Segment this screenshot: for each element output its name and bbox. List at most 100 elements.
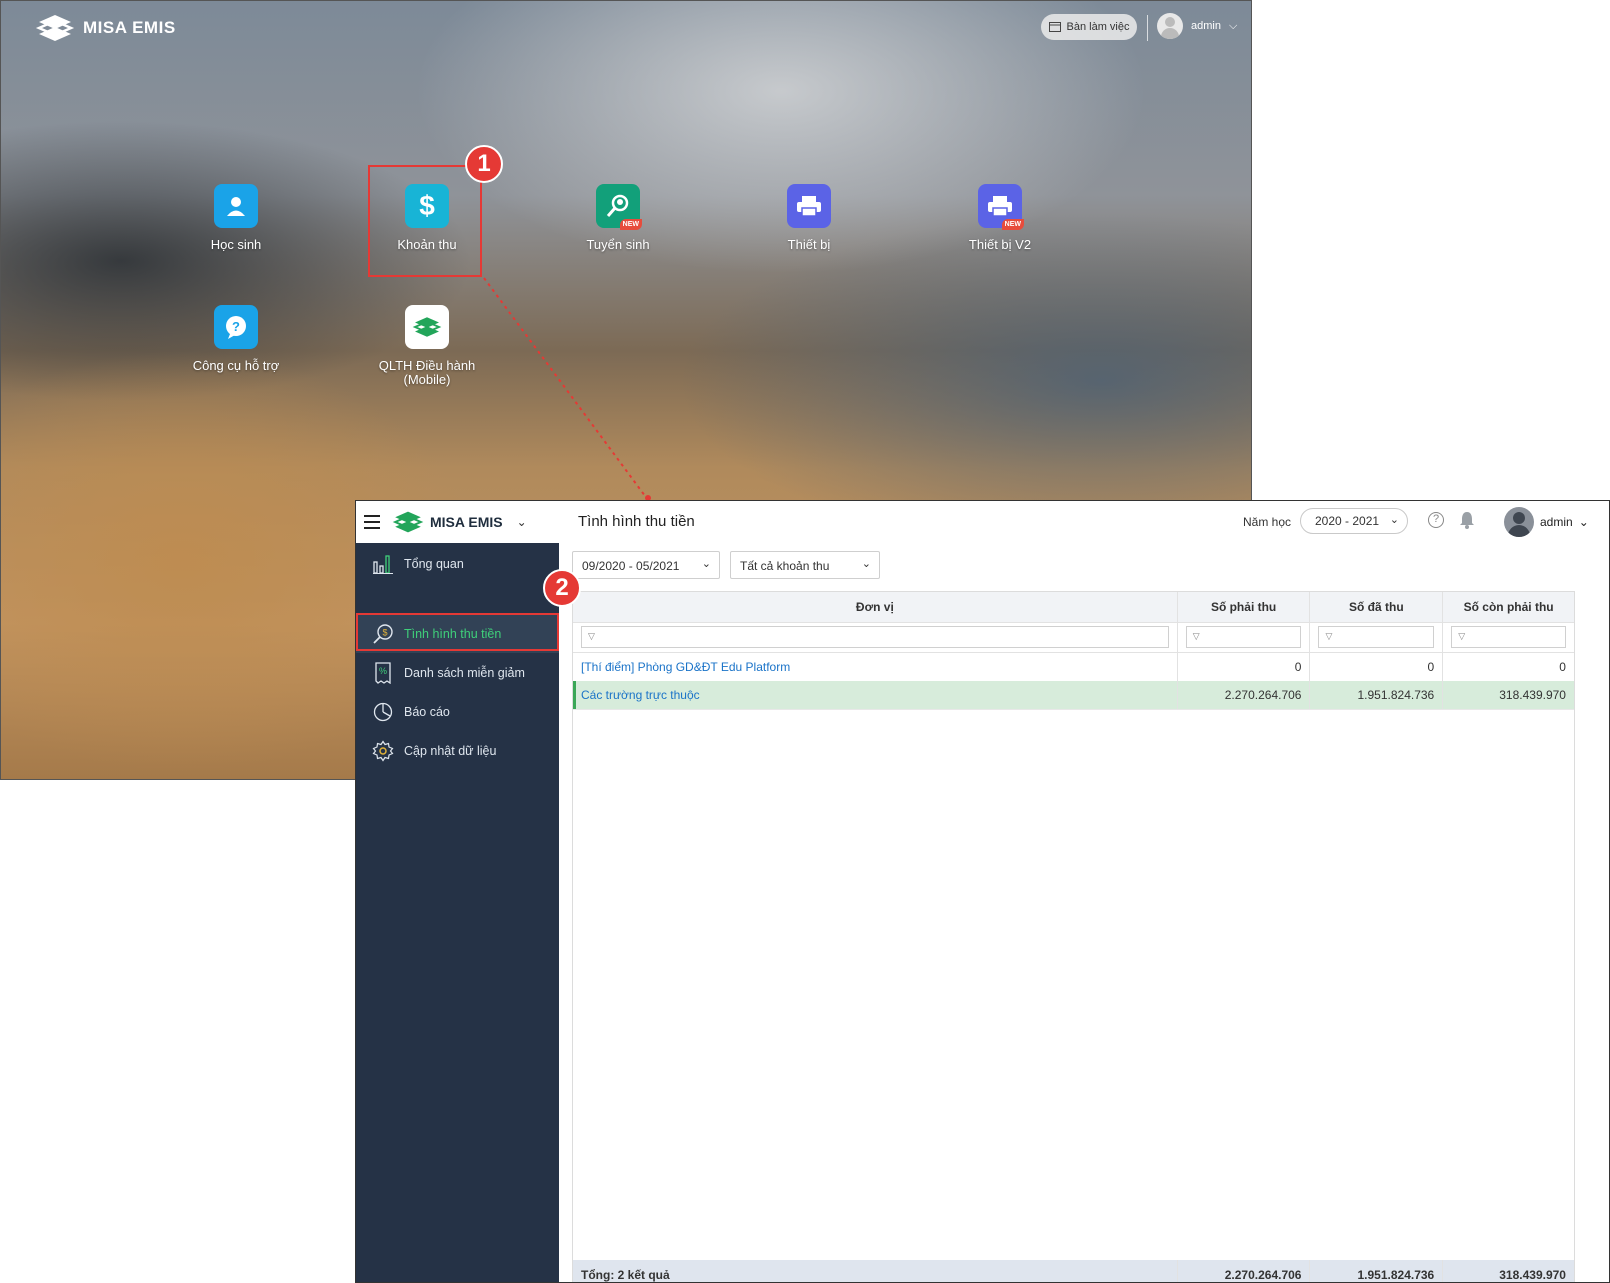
column-header-so-con-phai-thu[interactable]: Số còn phải thu (1443, 592, 1574, 622)
new-badge: NEW (1001, 219, 1024, 230)
column-header-so-da-thu[interactable]: Số đã thu (1310, 592, 1444, 622)
grid-footer: Tổng: 2 kết quả 2.270.264.706 1.951.824.… (573, 1260, 1574, 1282)
data-grid: Đơn vị Số phải thu Số đã thu Số còn phải… (572, 591, 1575, 1282)
app-label-line2: (Mobile) (403, 372, 451, 387)
page-title: Tình hình thu tiền (578, 513, 695, 530)
emis-logo-icon (35, 15, 75, 41)
app-user-menu[interactable]: admin ⌄ (1504, 507, 1589, 537)
avatar (1504, 507, 1534, 537)
filter-cell: ▽ (1443, 622, 1574, 652)
collected-cell: 1.951.824.736 (1310, 681, 1444, 709)
app-hoc-sinh[interactable]: Học sinh (161, 184, 311, 252)
total-remaining: 318.439.970 (1499, 1268, 1566, 1282)
fee-type-select[interactable]: Tất cả khoản thu ⌄ (730, 551, 880, 579)
total-collected: 1.951.824.736 (1310, 1260, 1444, 1282)
table-row-selected[interactable]: Các trường trực thuộc 2.270.264.706 1.95… (573, 681, 1574, 710)
period-value: 09/2020 - 05/2021 (582, 559, 680, 573)
filter-cell: ▽ (1178, 622, 1311, 652)
school-year-select[interactable]: 2020 - 2021 ⌄ (1300, 508, 1408, 534)
chevron-down-icon: ⌄ (1389, 514, 1399, 526)
pie-chart-icon (372, 701, 394, 723)
sidebar-item-tong-quan[interactable]: Tổng quan (356, 545, 559, 583)
app-label: Thiết bị V2 (968, 237, 1032, 252)
workspace-button-label: Bàn làm việc (1066, 21, 1130, 33)
chevron-down-icon: ⌄ (861, 558, 871, 570)
sidebar-item-danh-sach-mien-giam[interactable]: % Danh sách miễn giảm (356, 654, 559, 692)
window-icon (1048, 22, 1061, 32)
bell-icon[interactable] (1459, 511, 1475, 529)
step-badge-1: 1 (465, 145, 503, 183)
filter-input[interactable]: ▽ (1185, 626, 1302, 648)
app-label: Thiết bị (787, 237, 831, 252)
student-icon (214, 184, 258, 228)
app-logo-text: MISA EMIS (430, 514, 503, 530)
emis-logo-icon (405, 305, 449, 349)
launcher-user-menu[interactable]: admin ⌵ (1157, 13, 1237, 39)
sidebar-item-bao-cao[interactable]: Báo cáo (356, 693, 559, 731)
app-header: MISA EMIS ⌄ Tình hình thu tiền Năm học 2… (356, 501, 1609, 544)
highlight-box-step1 (368, 165, 482, 277)
chart-bars-icon (372, 553, 394, 575)
app-label: QLTH Điều hành (Mobile) (352, 359, 502, 387)
help-icon[interactable]: ? (1428, 512, 1444, 528)
app-username: admin (1540, 515, 1573, 529)
printer-icon: NEW (978, 184, 1024, 230)
filter-icon: ▽ (1192, 631, 1200, 641)
app-cong-cu-ho-tro[interactable]: ? Công cụ hỗ trợ (161, 305, 311, 373)
app-label: Công cụ hỗ trợ (192, 358, 280, 373)
workspace-button[interactable]: Bàn làm việc (1041, 14, 1137, 40)
svg-text:%: % (379, 666, 387, 676)
help-chat-icon: ? (214, 305, 258, 349)
hamburger-menu-icon[interactable] (364, 515, 380, 529)
admission-search-icon: NEW (596, 184, 642, 230)
app-logo[interactable]: MISA EMIS ⌄ (392, 509, 527, 535)
emis-logo-icon (392, 511, 424, 533)
svg-text:?: ? (232, 319, 240, 334)
app-tuyen-sinh[interactable]: NEW Tuyển sinh (543, 184, 693, 252)
remaining-cell: 318.439.970 (1499, 688, 1566, 702)
chevron-down-icon: ⌄ (1578, 515, 1589, 529)
app-label-line1: QLTH Điều hành (378, 358, 476, 373)
unit-link[interactable]: [Thí điểm] Phòng GD&ĐT Edu Platform (573, 653, 1178, 681)
gear-icon (372, 740, 394, 762)
divider (1147, 15, 1148, 41)
sidebar-item-label: Cập nhật dữ liệu (404, 744, 497, 758)
total-label: Tổng: 2 kết quả (573, 1260, 1178, 1282)
app-thiet-bi[interactable]: Thiết bị (734, 184, 884, 252)
receivable-cell: 0 (1178, 653, 1311, 681)
filter-input[interactable]: ▽ (581, 626, 1169, 648)
main-content: 09/2020 - 05/2021 ⌄ Tất cả khoản thu ⌄ Đ… (559, 543, 1609, 1282)
chevron-down-icon: ⌄ (701, 558, 711, 570)
school-year-label: Năm học (1243, 515, 1292, 529)
fee-type-value: Tất cả khoản thu (740, 559, 830, 573)
app-qlth-dieu-hanh[interactable]: QLTH Điều hành (Mobile) (352, 305, 502, 387)
app-thiet-bi-v2[interactable]: NEW Thiết bị V2 (925, 184, 1075, 252)
total-receivable: 2.270.264.706 (1178, 1260, 1311, 1282)
period-select[interactable]: 09/2020 - 05/2021 ⌄ (572, 551, 720, 579)
discount-receipt-icon: % (372, 662, 394, 684)
column-header-so-phai-thu[interactable]: Số phải thu (1178, 592, 1311, 622)
column-header-don-vi[interactable]: Đơn vị (573, 592, 1178, 622)
remaining-cell: 0 (1559, 660, 1566, 674)
launcher-logo[interactable]: MISA EMIS (35, 13, 176, 43)
collected-cell: 0 (1310, 653, 1444, 681)
unit-link[interactable]: Các trường trực thuộc (573, 681, 1178, 709)
new-badge: NEW (619, 219, 642, 230)
sidebar: Tổng quan $ Tình hình thu tiền % Danh sá… (356, 543, 559, 1282)
filter-icon: ▽ (1325, 631, 1333, 641)
filter-input[interactable]: ▽ (1318, 626, 1435, 648)
table-row[interactable]: [Thí điểm] Phòng GD&ĐT Edu Platform 0 0 … (573, 653, 1574, 682)
filter-icon: ▽ (588, 631, 595, 641)
printer-icon (787, 184, 831, 228)
sidebar-item-cap-nhat-du-lieu[interactable]: Cập nhật dữ liệu (356, 732, 559, 770)
school-year-value: 2020 - 2021 (1315, 514, 1380, 528)
sidebar-item-label: Báo cáo (404, 705, 450, 719)
filter-icon: ▽ (1458, 631, 1466, 641)
receivable-cell: 2.270.264.706 (1178, 681, 1311, 709)
launcher-logo-text: MISA EMIS (83, 18, 176, 37)
app-window: MISA EMIS ⌄ Tình hình thu tiền Năm học 2… (355, 500, 1610, 1283)
chevron-down-icon: ⌵ (1228, 19, 1238, 32)
chevron-down-icon[interactable]: ⌄ (517, 515, 527, 529)
filter-input[interactable]: ▽ (1451, 626, 1566, 648)
grid-header: Đơn vị Số phải thu Số đã thu Số còn phải… (573, 592, 1574, 623)
